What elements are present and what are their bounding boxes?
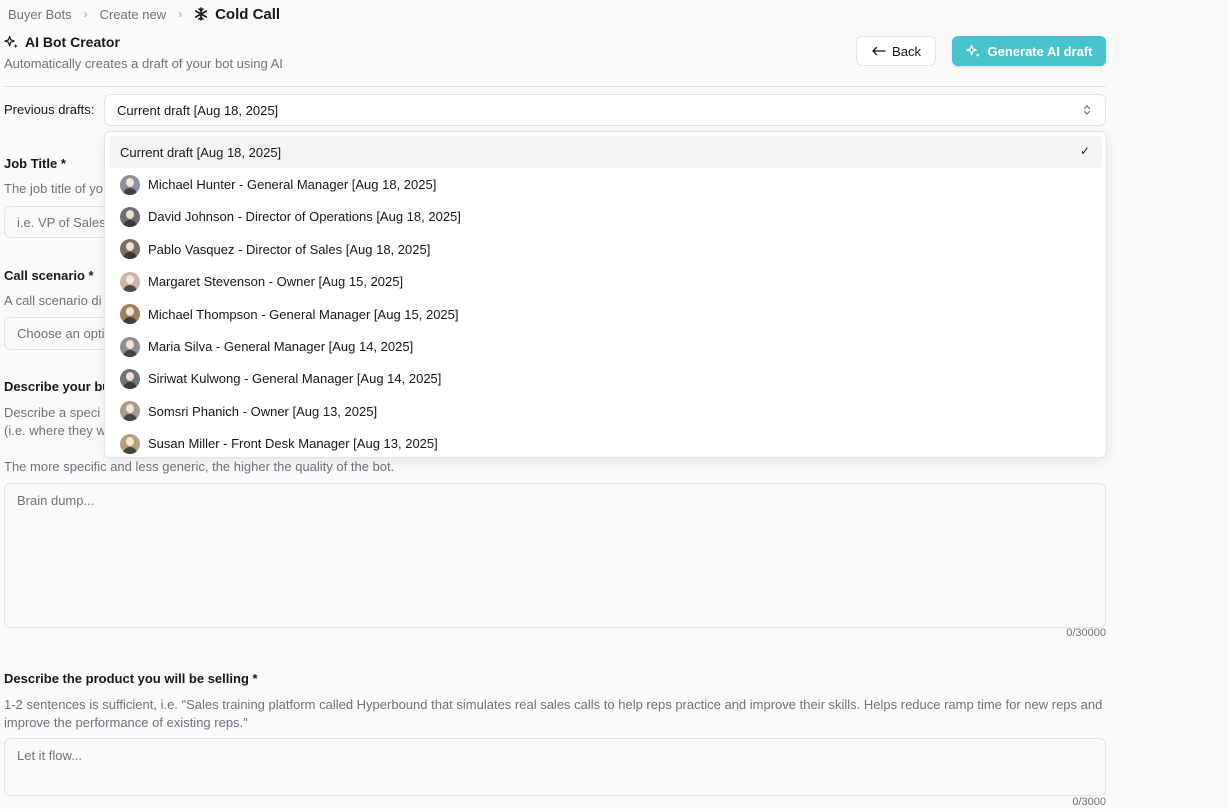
divider (4, 86, 1106, 87)
sparkles-icon (965, 44, 980, 57)
back-button[interactable]: Back (856, 36, 936, 66)
snowflake-icon (195, 7, 208, 21)
option-label: Current draft [Aug 18, 2025] (120, 144, 282, 160)
option-label: Siriwat Kulwong - General Manager [Aug 1… (148, 371, 442, 387)
chevron-right-icon: › (83, 7, 88, 21)
previous-drafts-label: Previous drafts: (4, 102, 95, 117)
avatar (120, 271, 140, 292)
dropdown-option[interactable]: Susan Miller - Front Desk Manager [Aug 1… (109, 428, 1102, 460)
chevron-up-down-icon (1083, 105, 1091, 115)
dropdown-option[interactable]: Siriwat Kulwong - General Manager [Aug 1… (109, 363, 1102, 395)
product-description-counter: 0/3000 (1072, 796, 1106, 808)
previous-drafts-select[interactable]: Current draft [Aug 18, 2025] (104, 94, 1106, 126)
page-title: AI Bot Creator (25, 34, 120, 50)
option-label: Michael Hunter - General Manager [Aug 18… (148, 177, 437, 193)
breadcrumb-create-new[interactable]: Create new (100, 7, 166, 22)
buyer-description-label: Describe your bu (4, 379, 111, 394)
option-label: Somsri Phanich - Owner [Aug 13, 2025] (148, 403, 378, 419)
breadcrumb-buyer-bots[interactable]: Buyer Bots (8, 7, 72, 22)
buyer-description-placeholder: Brain dump... (17, 493, 95, 508)
product-description-help: 1-2 sentences is sufficient, i.e. "Sales… (4, 697, 1103, 730)
generate-button-label: Generate AI draft (987, 43, 1093, 59)
buyer-description-counter: 0/30000 (1066, 627, 1106, 639)
previous-drafts-dropdown: Current draft [Aug 18, 2025] ✓ Michael H… (104, 131, 1107, 458)
avatar (120, 174, 140, 195)
product-description-label: Describe the product you will be selling… (4, 671, 258, 686)
avatar (120, 304, 140, 325)
avatar (120, 401, 140, 422)
buyer-description-hint: The more specific and less generic, the … (4, 459, 395, 474)
avatar (120, 433, 140, 454)
job-title-label: Job Title * (4, 156, 66, 171)
breadcrumb-current: Cold Call (194, 6, 280, 23)
option-label: Susan Miller - Front Desk Manager [Aug 1… (148, 436, 438, 452)
avatar (120, 206, 140, 227)
page-subtitle: Automatically creates a draft of your bo… (4, 56, 283, 71)
dropdown-option[interactable]: Pablo Vasquez - Director of Sales [Aug 1… (109, 233, 1102, 265)
call-scenario-help: A call scenario di (4, 293, 102, 308)
call-scenario-label: Call scenario * (4, 268, 94, 283)
dropdown-option-current-draft[interactable]: Current draft [Aug 18, 2025] ✓ (109, 136, 1102, 169)
chevron-right-icon: › (178, 7, 183, 21)
job-title-placeholder: i.e. VP of Sales (17, 214, 106, 230)
buyer-description-help-line2: (i.e. where they w (4, 423, 106, 438)
dropdown-option[interactable]: Somsri Phanich - Owner [Aug 13, 2025] (109, 395, 1102, 427)
product-description-placeholder: Let it flow... (17, 748, 83, 763)
back-button-label: Back (892, 43, 921, 59)
dropdown-option[interactable]: Margaret Stevenson - Owner [Aug 15, 2025… (109, 266, 1102, 298)
product-description-textarea[interactable]: Let it flow... (4, 738, 1106, 796)
page-header: AI Bot Creator (4, 34, 120, 50)
avatar (120, 239, 140, 260)
option-label: Maria Silva - General Manager [Aug 14, 2… (148, 339, 414, 355)
arrow-left-icon (872, 46, 886, 56)
option-label: Michael Thompson - General Manager [Aug … (148, 306, 459, 322)
previous-drafts-value: Current draft [Aug 18, 2025] (117, 102, 279, 118)
avatar (120, 368, 140, 389)
check-icon: ✓ (1079, 144, 1090, 158)
dropdown-option[interactable]: David Johnson - Director of Operations [… (109, 201, 1102, 233)
call-scenario-placeholder: Choose an opti (17, 326, 105, 341)
buyer-description-help-line1: Describe a speci (4, 405, 101, 420)
dropdown-option[interactable]: Michael Hunter - General Manager [Aug 18… (109, 168, 1102, 200)
dropdown-option[interactable]: Michael Thompson - General Manager [Aug … (109, 298, 1102, 330)
breadcrumb-current-label: Cold Call (215, 5, 281, 23)
avatar (120, 336, 140, 357)
dropdown-option[interactable]: Maria Silva - General Manager [Aug 14, 2… (109, 330, 1102, 362)
generate-ai-draft-button[interactable]: Generate AI draft (952, 36, 1106, 66)
buyer-description-textarea[interactable]: Brain dump... (4, 483, 1106, 628)
sparkles-icon (4, 35, 18, 48)
job-title-help: The job title of yo (4, 181, 103, 196)
breadcrumb: Buyer Bots › Create new › Cold Call (8, 6, 280, 23)
option-label: Margaret Stevenson - Owner [Aug 15, 2025… (148, 274, 404, 290)
option-label: Pablo Vasquez - Director of Sales [Aug 1… (148, 241, 431, 257)
option-label: David Johnson - Director of Operations [… (148, 209, 461, 225)
